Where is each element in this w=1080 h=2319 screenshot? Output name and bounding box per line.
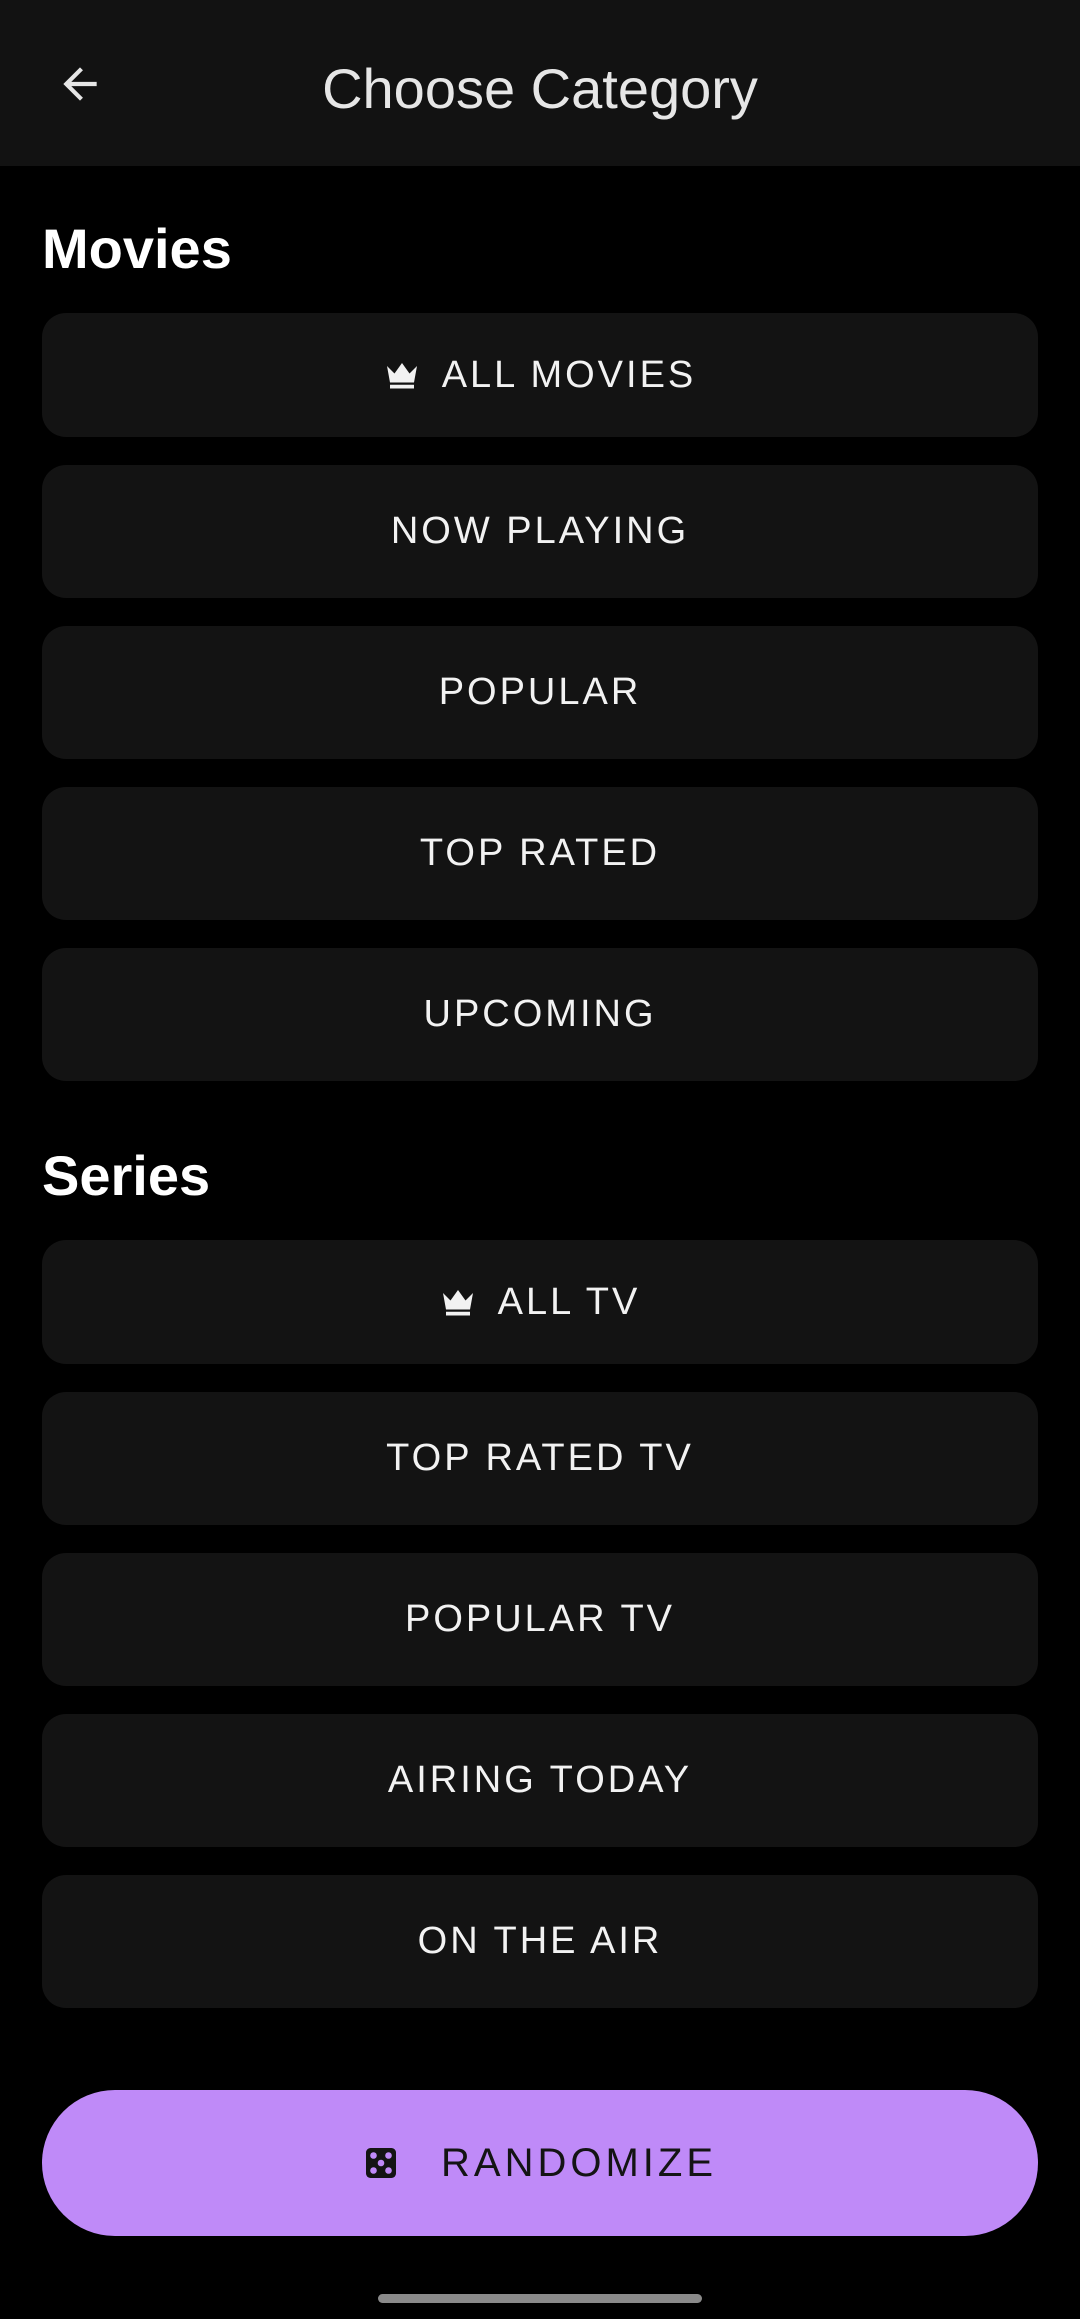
upcoming-label: UPCOMING [423, 993, 657, 1035]
app-bar: Choose Category [0, 0, 1080, 166]
home-indicator[interactable] [378, 2294, 702, 2303]
top-rated-tv-label: TOP RATED TV [386, 1437, 694, 1479]
now-playing-button[interactable]: NOW PLAYING [42, 465, 1038, 598]
section-title-series: Series [42, 1144, 211, 1207]
top-rated-label: TOP RATED [419, 832, 661, 874]
airing-today-label: AIRING TODAY [387, 1759, 693, 1801]
top-rated-tv-button[interactable]: TOP RATED TV [42, 1392, 1038, 1525]
section-title-movies: Movies [42, 217, 232, 280]
upcoming-button[interactable]: UPCOMING [42, 948, 1038, 1081]
popular-tv-button[interactable]: POPULAR TV [42, 1553, 1038, 1686]
crown-icon [384, 360, 420, 390]
top-rated-button[interactable]: TOP RATED [42, 787, 1038, 920]
crown-icon [440, 1287, 476, 1317]
page-title: Choose Category [322, 56, 758, 120]
all-movies-label: ALL MOVIES [441, 353, 697, 396]
popular-label: POPULAR [438, 671, 642, 713]
airing-today-button[interactable]: AIRING TODAY [42, 1714, 1038, 1847]
popular-button[interactable]: POPULAR [42, 626, 1038, 759]
randomize-button[interactable]: RANDOMIZE [42, 2090, 1038, 2236]
on-the-air-label: ON THE AIR [417, 1920, 663, 1962]
all-tv-label: ALL TV [497, 1280, 641, 1323]
all-movies-button[interactable]: ALL MOVIES [42, 313, 1038, 437]
dice-icon [363, 2145, 399, 2181]
all-tv-button[interactable]: ALL TV [42, 1240, 1038, 1364]
on-the-air-button[interactable]: ON THE AIR [42, 1875, 1038, 2008]
now-playing-label: NOW PLAYING [390, 510, 690, 552]
randomize-label: RANDOMIZE [441, 2140, 717, 2185]
popular-tv-label: POPULAR TV [404, 1598, 676, 1640]
